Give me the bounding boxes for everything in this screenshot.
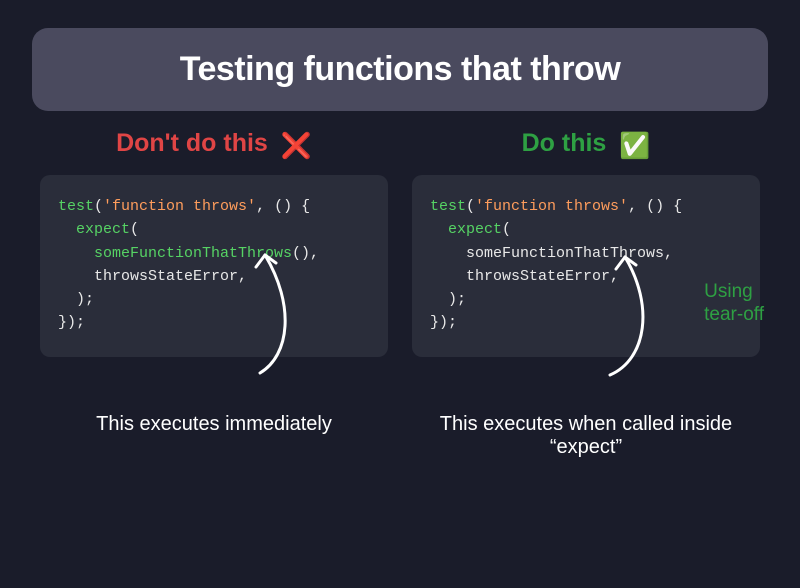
code-tok: });	[430, 314, 457, 331]
dont-title-text: Don't do this	[116, 129, 268, 157]
code-tok: expect	[58, 221, 130, 238]
code-tok: 'function throws'	[103, 198, 256, 215]
do-title-text: Do this	[522, 129, 607, 157]
code-tok: (	[466, 198, 475, 215]
code-tok: 'function throws'	[475, 198, 628, 215]
code-tok: (	[130, 221, 139, 238]
code-tok: (	[502, 221, 511, 238]
code-tok: , () {	[256, 198, 310, 215]
dont-caption: This executes immediately	[40, 413, 388, 436]
code-tok: );	[430, 291, 466, 308]
code-tok: });	[58, 314, 85, 331]
dont-title: Don't do this ❌	[40, 129, 388, 161]
do-code-box: test('function throws', () { expect( som…	[412, 175, 760, 357]
tearoff-annotation: Using tear-off	[704, 281, 764, 327]
do-title: Do this ✅	[412, 129, 760, 161]
code-tok: test	[430, 198, 466, 215]
code-tok: );	[58, 291, 94, 308]
code-tok: someFunctionThatThrows	[58, 245, 292, 262]
dont-code: test('function throws', () { expect( som…	[58, 195, 370, 335]
code-tok: , () {	[628, 198, 682, 215]
code-tok: someFunctionThatThrows,	[430, 245, 673, 262]
dont-code-box: test('function throws', () { expect( som…	[40, 175, 388, 357]
title-banner: Testing functions that throw	[32, 28, 768, 111]
do-column: Do this ✅ test('function throws', () { e…	[412, 129, 760, 459]
do-caption: This executes when called inside “expect…	[412, 413, 760, 459]
code-tok: throwsStateError,	[58, 268, 247, 285]
cross-mark-icon: ❌	[281, 132, 312, 161]
dont-column: Don't do this ❌ test('function throws', …	[40, 129, 388, 459]
code-tok: throwsStateError,	[430, 268, 619, 285]
check-mark-icon: ✅	[619, 132, 650, 161]
page-title: Testing functions that throw	[32, 50, 768, 89]
code-tok: expect	[430, 221, 502, 238]
code-tok: (	[94, 198, 103, 215]
code-tok: test	[58, 198, 94, 215]
columns: Don't do this ❌ test('function throws', …	[0, 111, 800, 459]
do-code: test('function throws', () { expect( som…	[430, 195, 742, 335]
code-tok: (),	[292, 245, 319, 262]
